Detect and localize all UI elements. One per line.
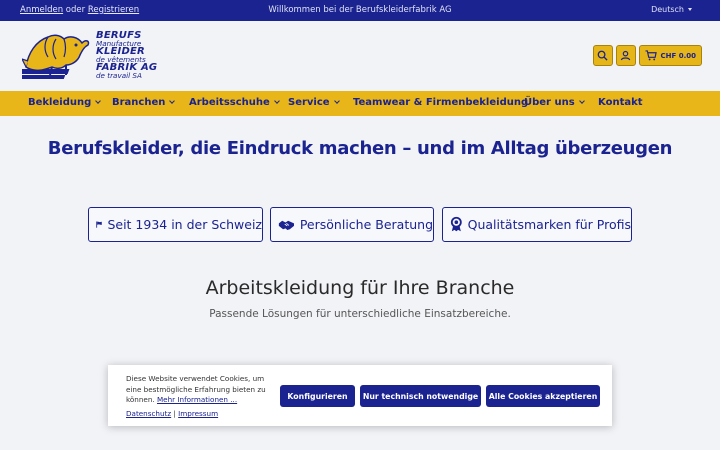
nav-item-bekleidung[interactable]: Bekleidung bbox=[28, 97, 102, 108]
user-icon bbox=[620, 50, 631, 61]
search-button[interactable] bbox=[592, 45, 613, 66]
link-separator: | bbox=[173, 409, 176, 418]
hero-title: Berufskleider, die Eindruck machen – und… bbox=[47, 138, 673, 159]
language-selector[interactable]: Deutsch bbox=[651, 5, 692, 14]
more-info-link[interactable]: Mehr Informationen ... bbox=[157, 395, 237, 404]
nav-item-arbeitsschuhe[interactable]: Arbeitsschuhe bbox=[189, 97, 280, 108]
chevron-down-icon bbox=[578, 98, 585, 104]
caret-down-icon bbox=[688, 8, 692, 11]
nav-item-kontakt[interactable]: Kontakt bbox=[598, 97, 643, 108]
feature-label: Persönliche Beratung bbox=[299, 217, 433, 232]
cart-icon bbox=[645, 50, 657, 61]
lion-logo-icon bbox=[22, 34, 90, 79]
chevron-down-icon bbox=[333, 98, 340, 104]
nav-item-ueber-uns[interactable]: Über uns bbox=[524, 97, 585, 108]
feature-badge-consulting: Persönliche Beratung bbox=[270, 207, 434, 242]
header: BERUFS Manufacture KLEIDER de vêtements … bbox=[0, 21, 720, 91]
section-subtitle: Passende Lösungen für unterschiedliche E… bbox=[209, 308, 511, 320]
nav-label: Teamwear & Firmenbekleidung bbox=[353, 97, 529, 108]
account-button[interactable] bbox=[615, 45, 636, 66]
award-icon bbox=[450, 216, 462, 232]
chevron-down-icon bbox=[95, 98, 102, 104]
nav-label: Service bbox=[288, 97, 330, 108]
cookie-banner: Diese Website verwendet Cookies, um eine… bbox=[108, 365, 612, 426]
imprint-link[interactable]: Impressum bbox=[178, 409, 218, 418]
nav-label: Arbeitsschuhe bbox=[189, 97, 270, 108]
feature-badge-quality-brands: Qualitätsmarken für Profis bbox=[442, 207, 632, 242]
cookie-message: Diese Website verwendet Cookies, um eine… bbox=[126, 374, 266, 406]
logo[interactable]: BERUFS Manufacture KLEIDER de vêtements … bbox=[22, 29, 162, 83]
feature-label: Qualitätsmarken für Profis bbox=[467, 217, 631, 232]
logo-wordmark: BERUFS Manufacture KLEIDER de vêtements … bbox=[96, 31, 157, 80]
flag-icon bbox=[96, 221, 102, 228]
necessary-cookies-button[interactable]: Nur technisch notwendige bbox=[360, 385, 481, 407]
nav-label: Über uns bbox=[524, 97, 575, 108]
accept-all-cookies-button[interactable]: Alle Cookies akzeptieren bbox=[486, 385, 600, 407]
configure-cookies-button[interactable]: Konfigurieren bbox=[280, 385, 355, 407]
header-actions: CHF 0.00 bbox=[592, 45, 702, 66]
language-label: Deutsch bbox=[651, 5, 684, 14]
cookie-legal-links: Datenschutz | Impressum bbox=[126, 409, 218, 418]
nav-label: Branchen bbox=[112, 97, 166, 108]
cart-amount: CHF 0.00 bbox=[660, 51, 697, 60]
logo-line-6: de travail SA bbox=[96, 71, 142, 81]
chevron-down-icon bbox=[273, 98, 280, 104]
cart-button[interactable]: CHF 0.00 bbox=[638, 45, 702, 66]
feature-badge-since-1934: Seit 1934 in der Schweiz bbox=[88, 207, 263, 242]
nav-item-teamwear[interactable]: Teamwear & Firmenbekleidung bbox=[353, 97, 528, 108]
nav-item-branchen[interactable]: Branchen bbox=[112, 97, 176, 108]
handshake-icon bbox=[278, 220, 295, 230]
chevron-down-icon bbox=[169, 98, 176, 104]
welcome-text: Willkommen bei der Berufskleiderfabrik A… bbox=[268, 5, 452, 15]
nav-item-service[interactable]: Service bbox=[288, 97, 340, 108]
main-navigation: Bekleidung Branchen Arbeitsschuhe Servic… bbox=[0, 91, 720, 116]
feature-label: Seit 1934 in der Schweiz bbox=[107, 217, 262, 232]
section-title: Arbeitskleidung für Ihre Branche bbox=[205, 277, 515, 299]
top-bar: Anmelden oder Registrieren Willkommen be… bbox=[0, 0, 720, 21]
nav-label: Kontakt bbox=[598, 97, 643, 108]
nav-label: Bekleidung bbox=[28, 97, 92, 108]
search-icon bbox=[597, 50, 608, 61]
privacy-link[interactable]: Datenschutz bbox=[126, 409, 171, 418]
